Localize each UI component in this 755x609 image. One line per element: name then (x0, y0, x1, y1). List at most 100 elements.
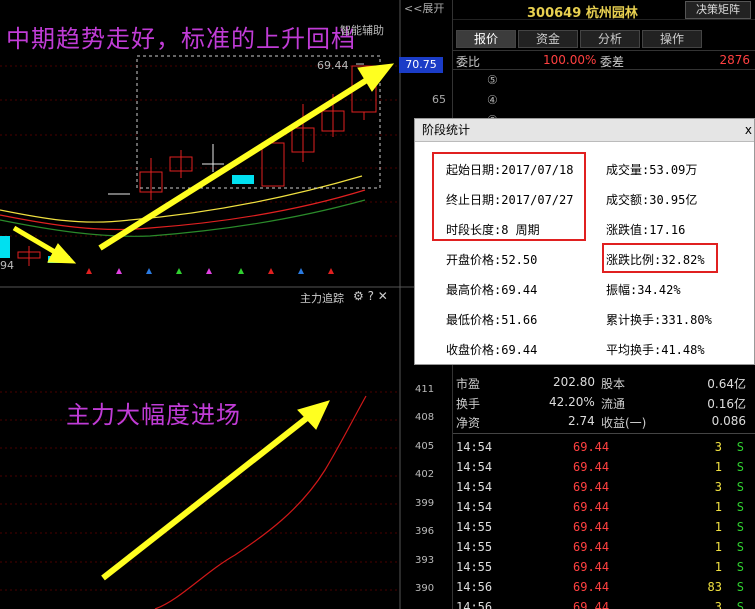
kline-chart-canvas[interactable] (0, 0, 452, 609)
decision-matrix-button[interactable]: 决策矩阵 (685, 1, 751, 19)
trend-arrow (98, 75, 372, 251)
tick-time: 14:55 (456, 540, 493, 554)
volume: 成交量:53.09万 (606, 163, 698, 177)
stock-code-name: 300649 杭州园林 (527, 2, 638, 21)
quote-value: 2.74 (568, 414, 595, 428)
flow-arrow (101, 411, 314, 581)
signal-marker (146, 268, 152, 274)
tick-volume: 1 (714, 540, 722, 554)
axis-label: 411 (415, 384, 435, 395)
signal-marker (176, 268, 182, 274)
dialog-title: 阶段统计 (422, 123, 471, 137)
tick-time: 14:54 (456, 480, 493, 494)
axis-label: 393 (415, 555, 435, 566)
quote-label: 换手 (456, 397, 481, 411)
tab-operation[interactable]: 操作 (642, 30, 702, 48)
quote-label: 净资 (456, 416, 481, 430)
axis-label: 396 (415, 526, 435, 537)
dialog-title-bar[interactable]: 阶段统计 x (415, 119, 754, 142)
close-price: 收盘价格:69.44 (446, 343, 538, 357)
low-price: 最低价格:51.66 (446, 313, 538, 327)
sell-level: ⑤ (487, 73, 498, 87)
change-pct: 涨跌比例:32.82% (606, 253, 705, 267)
quote-value: 202.80 (553, 375, 595, 389)
tick-row: 14:55 69.44 1 S (453, 537, 755, 557)
tick-row: 14:56 69.44 83 S (453, 577, 755, 597)
tick-volume: 3 (714, 480, 722, 494)
ratio-value: 100.00% (543, 53, 597, 67)
tick-volume: 83 (707, 580, 722, 594)
axis-label: 402 (415, 469, 435, 480)
tick-volume: 1 (714, 460, 722, 474)
tracker-controls[interactable]: ⚙ ? ✕ (353, 289, 388, 303)
average-turnover: 平均换手:41.48% (606, 343, 705, 357)
tick-side: S (736, 440, 744, 454)
candle (0, 236, 10, 258)
small-arrow (12, 225, 62, 258)
open-price: 开盘价格:52.50 (446, 253, 538, 267)
quote-label: 收益(一) (601, 416, 647, 430)
signal-marker (116, 268, 122, 274)
tab-quote[interactable]: 报价 (456, 30, 516, 48)
amount: 成交额:30.95亿 (606, 193, 698, 207)
tab-funds[interactable]: 资金 (518, 30, 578, 48)
tick-volume: 3 (714, 440, 722, 454)
max-price-label: 69.44 (317, 59, 349, 72)
tick-side: S (736, 460, 744, 474)
ma-green-line (0, 199, 366, 237)
tick-price: 69.44 (573, 480, 610, 494)
tick-time: 14:54 (456, 440, 493, 454)
start-date: 起始日期:2017/07/18 (446, 163, 574, 177)
tick-time: 14:55 (456, 560, 493, 574)
quote-value: 0.64亿 (707, 377, 746, 391)
axis-label: 405 (415, 441, 435, 452)
ratio-label: 委比 (456, 55, 481, 69)
quote-label: 市盈 (456, 377, 481, 391)
tick-time: 14:56 (456, 580, 493, 594)
quote-value: 42.20% (549, 395, 595, 409)
tick-row: 14:54 69.44 3 S (453, 477, 755, 497)
stock-code: 300649 (527, 6, 582, 21)
tick-time: 14:55 (456, 520, 493, 534)
order-ratio-row: 委比 100.00% 委差 2876 (453, 50, 755, 70)
diff-value: 2876 (719, 53, 750, 67)
signal-marker (268, 268, 274, 274)
tick-price: 69.44 (573, 440, 610, 454)
min-price-label: 94 (0, 259, 14, 272)
tick-volume: 1 (714, 500, 722, 514)
amplitude: 振幅:34.42% (606, 283, 681, 297)
quote-label: 流通 (601, 397, 626, 411)
signal-marker (298, 268, 304, 274)
tick-price: 69.44 (573, 580, 610, 594)
current-price-tag: 70.75 (399, 57, 443, 73)
kline-chart-panel[interactable]: 中期趋势走好，标准的上升回档 主力大幅度进场 智能辅助 <<展开 70.75 6… (0, 0, 452, 609)
quote-row: 换手 42.20% 流通 0.16亿 (453, 394, 755, 412)
divider (453, 433, 755, 434)
change-value: 涨跌值:17.16 (606, 223, 686, 237)
tick-price: 69.44 (573, 460, 610, 474)
signal-markers (86, 268, 334, 274)
tick-row: 14:54 69.44 3 S (453, 437, 755, 457)
smart-assist-button[interactable]: 智能辅助 (340, 22, 384, 38)
tick-row: 14:54 69.44 1 S (453, 497, 755, 517)
quote-value: 0.086 (711, 414, 746, 428)
annotation-arrows (12, 63, 395, 581)
duration: 时段长度:8 周期 (446, 223, 540, 237)
stock-header: 300649 杭州园林 决策矩阵 (453, 0, 755, 21)
end-date: 终止日期:2017/07/27 (446, 193, 574, 207)
grid-lines (0, 65, 400, 591)
tick-side: S (736, 500, 744, 514)
tick-row: 14:55 69.44 1 S (453, 557, 755, 577)
axis-label: 408 (415, 412, 435, 423)
tab-analysis[interactable]: 分析 (580, 30, 640, 48)
expand-button[interactable]: <<展开 (404, 0, 444, 16)
tick-side: S (736, 540, 744, 554)
close-icon[interactable]: x (745, 119, 752, 142)
cumulative-turnover: 累计换手:331.80% (606, 313, 712, 327)
axis-label: 390 (415, 583, 435, 594)
tick-price: 69.44 (573, 500, 610, 514)
price-axis-label: 65 (432, 93, 446, 106)
quote-row: 净资 2.74 收益(一) 0.086 (453, 413, 755, 431)
signal-marker (238, 268, 244, 274)
candle (232, 175, 254, 184)
